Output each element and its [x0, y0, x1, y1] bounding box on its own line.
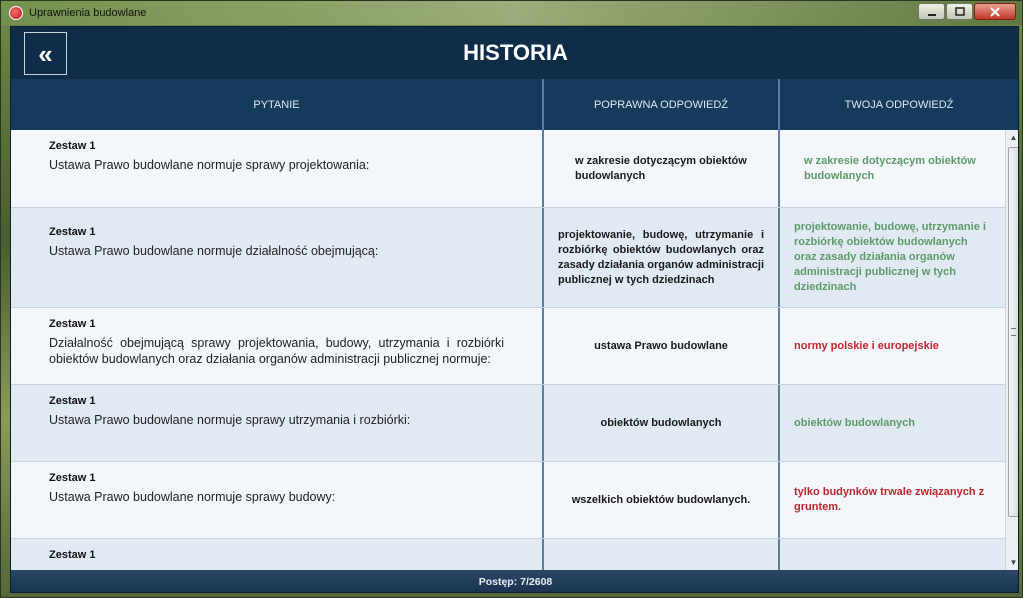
set-label: Zestaw 1 — [49, 226, 96, 238]
question-text: Działalność obejmującą sprawy projektowa… — [49, 336, 504, 366]
question-cell: Zestaw 1 — [11, 539, 544, 570]
window-title: Uprawnienia budowlane — [29, 7, 147, 19]
set-label: Zestaw 1 — [49, 549, 96, 561]
correct-answer-text: obiektów budowlanych — [600, 416, 722, 429]
column-header-question: PYTANIE — [11, 79, 544, 130]
column-header-your-answer: TWOJA ODPOWIEDŹ — [844, 98, 954, 111]
table-row: Zestaw 1 Ustawa Prawo budowlane normuje … — [11, 384, 1005, 461]
correct-answer-cell: w zakresie dotyczącym obiektów budowlany… — [544, 130, 780, 207]
minimize-button[interactable] — [918, 3, 945, 20]
set-label: Zestaw 1 — [49, 140, 96, 152]
question-text: Ustawa Prawo budowlane normuje sprawy bu… — [49, 490, 336, 504]
table-row: Zestaw 1 Ustawa Prawo budowlane normuje … — [11, 207, 1005, 307]
grip-icon — [1011, 328, 1016, 336]
set-label: Zestaw 1 — [49, 318, 96, 330]
your-answer-cell: projektowanie, budowę, utrzymanie i rozb… — [780, 208, 1005, 307]
window-controls — [917, 3, 1016, 20]
column-header-correct-answer: POPRAWNA ODPOWIEDŹ — [544, 79, 780, 130]
scrollbar-thumb[interactable] — [1008, 147, 1018, 517]
set-label: Zestaw 1 — [49, 395, 96, 407]
close-icon — [990, 6, 1000, 17]
question-cell: Zestaw 1 Ustawa Prawo budowlane normuje … — [11, 385, 544, 461]
question-cell: Zestaw 1 Ustawa Prawo budowlane normuje … — [11, 462, 544, 538]
correct-answer-text: wszelkich obiektów budowlanych. — [571, 493, 751, 506]
correct-answer-cell: projektowanie, budowę, utrzymanie i rozb… — [544, 208, 780, 307]
table-row: Zestaw 1 Działalność obejmującą sprawy p… — [11, 307, 1005, 384]
table-row: Zestaw 1 Ustawa Prawo budowlane normuje … — [11, 461, 1005, 538]
question-text: Ustawa Prawo budowlane normuje działalno… — [49, 244, 379, 258]
question-text: Ustawa Prawo budowlane normuje sprawy ut… — [49, 413, 411, 427]
maximize-icon — [954, 6, 965, 16]
your-answer-cell: w zakresie dotyczącym obiektów budowlany… — [780, 130, 1005, 207]
your-answer-text: obiektów budowlanych — [794, 416, 916, 429]
page-title: HISTORIA — [463, 40, 568, 65]
your-answer-cell: obiektów budowlanych — [780, 385, 1005, 461]
table-row: Zestaw 1 Ustawa Prawo budowlane normuje … — [11, 130, 1005, 207]
main-panel: « HISTORIA PYTANIE POPRAWNA ODPOWIEDŹ TW… — [10, 26, 1019, 593]
history-table: Zestaw 1 Ustawa Prawo budowlane normuje … — [11, 130, 1005, 570]
your-answer-text: tylko budynków trwale związanych z grunt… — [794, 486, 985, 513]
table-row: Zestaw 1 — [11, 538, 1005, 570]
correct-answer-text: projektowanie, budowę, utrzymanie i rozb… — [558, 228, 765, 286]
correct-answer-cell — [544, 539, 780, 570]
question-cell: Zestaw 1 Ustawa Prawo budowlane normuje … — [11, 208, 544, 307]
minimize-icon — [927, 13, 936, 16]
your-answer-cell: tylko budynków trwale związanych z grunt… — [780, 462, 1005, 538]
question-cell: Zestaw 1 Ustawa Prawo budowlane normuje … — [11, 130, 544, 207]
progress-label: Postęp: 7/2608 — [478, 576, 553, 588]
correct-answer-cell: wszelkich obiektów budowlanych. — [544, 462, 780, 538]
table-header: PYTANIE POPRAWNA ODPOWIEDŹ TWOJA ODPOWIE… — [11, 79, 1018, 130]
vertical-scrollbar[interactable]: ▲ ▼ — [1005, 130, 1018, 570]
correct-answer-cell: ustawa Prawo budowlane — [544, 308, 780, 384]
your-answer-text: projektowanie, budowę, utrzymanie i rozb… — [794, 221, 986, 293]
your-answer-text: w zakresie dotyczącym obiektów budowlany… — [804, 154, 976, 182]
correct-answer-text: ustawa Prawo budowlane — [594, 339, 728, 352]
your-answer-cell — [780, 539, 1005, 570]
question-cell: Zestaw 1 Działalność obejmującą sprawy p… — [11, 308, 544, 384]
correct-answer-text: w zakresie dotyczącym obiektów budowlany… — [575, 154, 747, 182]
scroll-down-icon[interactable]: ▼ — [1006, 555, 1018, 570]
progress-bar: Postęp: 7/2608 — [11, 570, 1018, 592]
title-bar[interactable]: Uprawnienia budowlane — [1, 1, 1022, 25]
correct-answer-cell: obiektów budowlanych — [544, 385, 780, 461]
your-answer-text: normy polskie i europejskie — [794, 339, 939, 352]
maximize-button[interactable] — [946, 3, 973, 20]
header: « HISTORIA — [11, 27, 1018, 79]
set-label: Zestaw 1 — [49, 472, 96, 484]
app-icon — [9, 6, 23, 20]
close-button[interactable] — [974, 3, 1016, 20]
app-window: Uprawnienia budowlane « HISTORIA PYTANIE… — [0, 0, 1023, 598]
question-text: Ustawa Prawo budowlane normuje sprawy pr… — [49, 158, 370, 172]
scroll-up-icon[interactable]: ▲ — [1006, 130, 1018, 145]
your-answer-cell: normy polskie i europejskie — [780, 308, 1005, 384]
